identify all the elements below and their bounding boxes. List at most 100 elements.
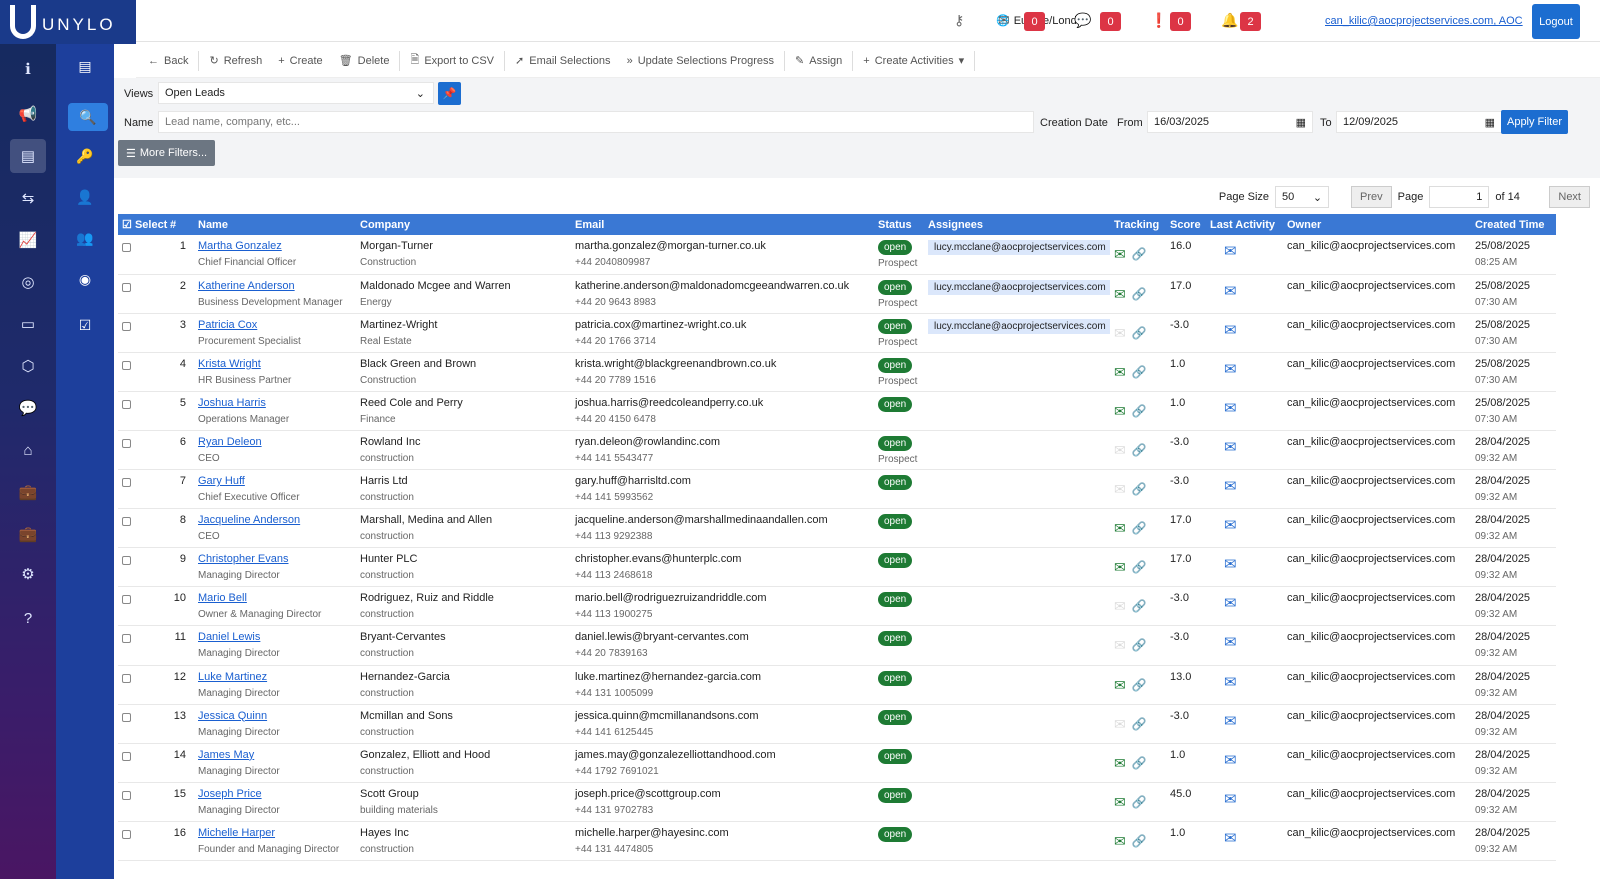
table-row[interactable]: 13 Jessica Quinn Managing Director Mcmillan… bbox=[118, 704, 1556, 744]
table-row[interactable]: 15 Joseph Price Managing Director Scott Gro… bbox=[118, 782, 1556, 822]
row-checkbox[interactable] bbox=[122, 712, 131, 722]
table-row[interactable]: 12 Luke Martinez Managing Director Hernande… bbox=[118, 665, 1556, 705]
lead-name-link[interactable]: Patricia Cox bbox=[198, 319, 352, 331]
assignee-chip[interactable]: lucy.mcclane@aocprojectservices.com bbox=[928, 318, 1110, 334]
key-icon[interactable]: 🔑 bbox=[68, 142, 102, 170]
fingerprint-icon[interactable]: ◉ bbox=[68, 265, 102, 293]
users-icon[interactable]: 👥 bbox=[68, 224, 102, 252]
lead-name-link[interactable]: Katherine Anderson bbox=[198, 280, 352, 292]
email-activity-icon[interactable]: ✉ bbox=[1210, 399, 1279, 417]
lead-name-link[interactable]: Luke Martinez bbox=[198, 671, 352, 683]
table-row[interactable]: 4 Krista Wright HR Business Partner Black G… bbox=[118, 352, 1556, 392]
user-link[interactable]: can_kilic@aocprojectservices.com, AOC bbox=[1325, 15, 1523, 27]
row-checkbox[interactable] bbox=[122, 595, 131, 605]
row-checkbox[interactable] bbox=[122, 751, 131, 761]
assign-button[interactable]: ✎ Assign bbox=[787, 50, 850, 72]
table-row[interactable]: 7 Gary Huff Chief Executive Officer Harris … bbox=[118, 469, 1556, 510]
col-last-activity[interactable]: Last Activity bbox=[1206, 214, 1283, 235]
email-activity-icon[interactable]: ✉ bbox=[1210, 321, 1279, 339]
email-activity-icon[interactable]: ✉ bbox=[1210, 516, 1279, 534]
lead-name-link[interactable]: Martha Gonzalez bbox=[198, 240, 352, 252]
table-row[interactable]: 1 Martha Gonzalez Chief Financial Officer M… bbox=[118, 235, 1556, 275]
more-filters-button[interactable]: ☰ More Filters... bbox=[118, 140, 216, 166]
email-activity-icon[interactable]: ✉ bbox=[1210, 712, 1279, 730]
row-checkbox[interactable] bbox=[122, 634, 131, 644]
email-activity-icon[interactable]: ✉ bbox=[1210, 242, 1279, 260]
lead-name-link[interactable]: Gary Huff bbox=[198, 475, 352, 487]
alert-icon[interactable]: ❗ bbox=[1150, 12, 1167, 29]
table-row[interactable]: 16 Michelle Harper Founder and Managing Di… bbox=[118, 821, 1556, 862]
logout-button[interactable]: Logout bbox=[1532, 4, 1580, 39]
search-icon[interactable]: 🔍 bbox=[68, 103, 108, 131]
transfer-icon[interactable]: ⇆ bbox=[10, 181, 46, 215]
lead-name-link[interactable]: Joseph Price bbox=[198, 788, 352, 800]
col-score[interactable]: Score bbox=[1166, 214, 1206, 235]
info-icon[interactable]: ℹ bbox=[10, 52, 46, 86]
prev-button[interactable]: Prev bbox=[1351, 186, 1392, 208]
update-progress-button[interactable]: » Update Selections Progress bbox=[619, 50, 782, 72]
email-activity-icon[interactable]: ✉ bbox=[1210, 829, 1279, 847]
refresh-button[interactable]: ↻ Refresh bbox=[201, 50, 270, 72]
email-activity-icon[interactable]: ✉ bbox=[1210, 360, 1279, 378]
row-checkbox[interactable] bbox=[122, 243, 131, 252]
lead-name-link[interactable]: Jacqueline Anderson bbox=[198, 514, 352, 526]
row-checkbox[interactable] bbox=[122, 556, 131, 566]
name-input[interactable]: Lead name, company, etc... bbox=[158, 111, 1034, 133]
bell-icon[interactable]: 🔔 bbox=[1221, 12, 1238, 29]
table-row[interactable]: 6 Ryan Deleon CEO Rowland Inc construction ry… bbox=[118, 430, 1556, 471]
back-button[interactable]: ← Back bbox=[140, 50, 196, 72]
delete-button[interactable]: 🗑 Delete bbox=[331, 50, 398, 72]
col-status[interactable]: Status bbox=[874, 214, 924, 235]
key-icon[interactable]: ⚷ bbox=[954, 12, 964, 29]
briefcase-icon[interactable]: 💼 bbox=[10, 475, 46, 509]
email-activity-icon[interactable]: ✉ bbox=[1210, 594, 1279, 612]
col-tracking[interactable]: Tracking bbox=[1110, 214, 1166, 235]
table-row[interactable]: 2 Katherine Anderson Business Development … bbox=[118, 274, 1556, 314]
lead-name-link[interactable]: Daniel Lewis bbox=[198, 631, 352, 643]
mail-icon[interactable]: ✉ bbox=[998, 12, 1010, 29]
apply-filter-button[interactable]: Apply Filter bbox=[1501, 110, 1568, 134]
views-select[interactable]: Open Leads ⌄ bbox=[158, 82, 434, 104]
table-row[interactable]: 8 Jacqueline Anderson CEO Marshall, Medina … bbox=[118, 508, 1556, 549]
row-checkbox[interactable] bbox=[122, 790, 131, 800]
row-checkbox[interactable] bbox=[122, 478, 131, 488]
row-checkbox[interactable] bbox=[122, 673, 131, 683]
list-icon[interactable]: ▤ bbox=[68, 52, 102, 80]
table-row[interactable]: 14 James May Managing Director Gonzalez, El… bbox=[118, 743, 1556, 783]
gear-icon[interactable]: ⚙ bbox=[10, 557, 46, 591]
from-date-input[interactable]: 16/03/2025 ▦ bbox=[1147, 111, 1313, 133]
table-row[interactable]: 11 Daniel Lewis Managing Director Bryant-Ce… bbox=[118, 625, 1556, 666]
email-selections-button[interactable]: ➚ Email Selections bbox=[507, 50, 619, 72]
select-all-header[interactable]: ☑ Select bbox=[118, 214, 167, 235]
row-checkbox[interactable] bbox=[122, 517, 131, 527]
assignee-chip[interactable]: lucy.mcclane@aocprojectservices.com bbox=[928, 279, 1110, 295]
lead-name-link[interactable]: Krista Wright bbox=[198, 358, 352, 370]
email-activity-icon[interactable]: ✉ bbox=[1210, 477, 1279, 495]
chart-icon[interactable]: 📈 bbox=[10, 223, 46, 257]
user-icon[interactable]: 👤 bbox=[68, 183, 102, 211]
megaphone-icon[interactable]: 📢 bbox=[10, 97, 46, 131]
page-size-select[interactable]: 50 ⌄ bbox=[1275, 186, 1330, 208]
col-name[interactable]: Name bbox=[194, 214, 356, 235]
lead-name-link[interactable]: Mario Bell bbox=[198, 592, 352, 604]
table-row[interactable]: 3 Patricia Cox Procurement Specialist Marti… bbox=[118, 313, 1556, 353]
leads-icon[interactable]: ▤ bbox=[10, 139, 46, 173]
lead-name-link[interactable]: Jessica Quinn bbox=[198, 710, 352, 722]
table-row[interactable]: 9 Christopher Evans Managing Director Hunte… bbox=[118, 547, 1556, 588]
inbox-icon[interactable]: ⌂ bbox=[10, 433, 46, 467]
calendar-icon[interactable]: ▭ bbox=[10, 307, 46, 341]
row-checkbox[interactable] bbox=[122, 321, 131, 331]
to-date-input[interactable]: 12/09/2025 ▦ bbox=[1336, 111, 1502, 133]
row-checkbox[interactable] bbox=[122, 399, 131, 409]
lead-name-link[interactable]: Christopher Evans bbox=[198, 553, 352, 565]
table-row[interactable]: 5 Joshua Harris Operations Manager Reed Col… bbox=[118, 391, 1556, 431]
box-icon[interactable]: ⬡ bbox=[10, 349, 46, 383]
col-owner[interactable]: Owner bbox=[1283, 214, 1471, 235]
create-button[interactable]: + Create bbox=[270, 50, 330, 72]
next-button[interactable]: Next bbox=[1549, 186, 1590, 208]
row-checkbox[interactable] bbox=[122, 360, 131, 370]
email-activity-icon[interactable]: ✉ bbox=[1210, 282, 1279, 300]
row-checkbox[interactable] bbox=[122, 282, 131, 292]
logo[interactable]: UNYLO bbox=[0, 0, 136, 44]
briefcase2-icon[interactable]: 💼 bbox=[10, 517, 46, 551]
